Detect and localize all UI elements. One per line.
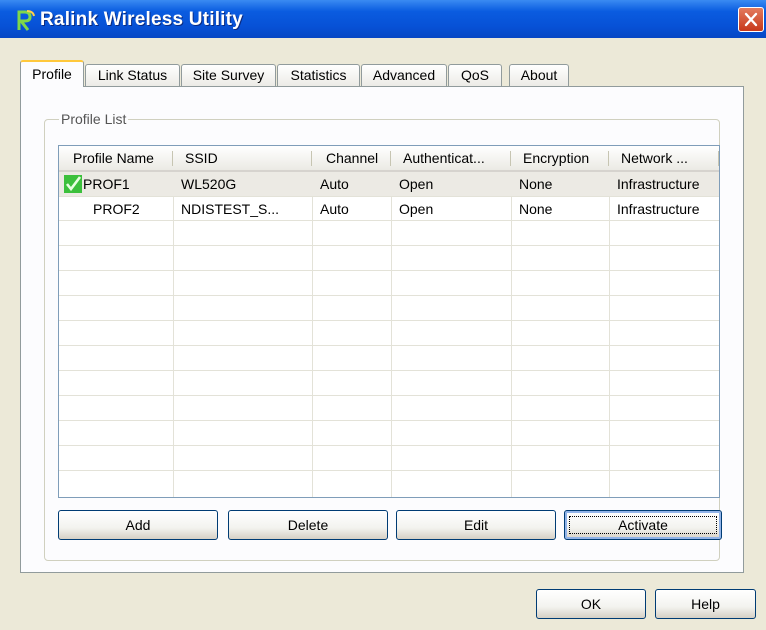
profile-list-label: Profile List	[59, 111, 129, 127]
grid-line	[59, 445, 719, 446]
window-title: Ralink Wireless Utility	[40, 9, 243, 30]
table-row[interactable]: PROF1 WL520G Auto Open None Infrastructu…	[59, 172, 719, 196]
list-header: Profile Name SSID Channel Authenticat...…	[59, 146, 719, 172]
check-icon	[64, 175, 82, 193]
profile-list-view[interactable]: Profile Name SSID Channel Authenticat...…	[58, 145, 720, 498]
close-button[interactable]	[738, 7, 764, 32]
cell-encryption: None	[519, 176, 553, 192]
ok-button[interactable]: OK	[536, 589, 646, 619]
grid-line	[59, 295, 719, 296]
grid-line	[59, 470, 719, 471]
cell-network: Infrastructure	[617, 176, 700, 192]
column-profile-name[interactable]: Profile Name	[59, 146, 173, 172]
column-encryption[interactable]: Encryption	[511, 146, 609, 172]
activate-button-label: Activate	[569, 516, 717, 534]
tab-about[interactable]: About	[509, 64, 569, 86]
tab-link-status[interactable]: Link Status	[85, 64, 180, 86]
cell-network: Infrastructure	[617, 201, 700, 217]
activate-button[interactable]: Activate	[564, 510, 722, 540]
cell-profile-name: PROF2	[93, 201, 140, 217]
column-network[interactable]: Network ...	[609, 146, 719, 172]
column-authentication[interactable]: Authenticat...	[391, 146, 511, 172]
ralink-logo-icon	[17, 10, 35, 31]
grid-line	[59, 245, 719, 246]
tab-strip: Profile Link Status Site Survey Statisti…	[20, 60, 720, 87]
edit-button[interactable]: Edit	[396, 510, 556, 540]
grid-line	[59, 345, 719, 346]
grid-line	[59, 395, 719, 396]
cell-channel: Auto	[320, 176, 349, 192]
tab-site-survey[interactable]: Site Survey	[181, 64, 276, 86]
cell-ssid: WL520G	[181, 176, 237, 192]
cell-channel: Auto	[320, 201, 349, 217]
column-ssid[interactable]: SSID	[173, 146, 312, 172]
main-window: Ralink Wireless Utility Profile Link Sta…	[0, 0, 766, 630]
grid-line	[59, 320, 719, 321]
cell-encryption: None	[519, 201, 553, 217]
table-row[interactable]: PROF2 NDISTEST_S... Auto Open None Infra…	[59, 197, 719, 221]
tab-profile[interactable]: Profile	[20, 60, 84, 87]
title-bar[interactable]: Ralink Wireless Utility	[0, 0, 766, 38]
cell-authentication: Open	[399, 176, 434, 192]
cell-profile-name: PROF1	[83, 176, 130, 192]
add-button[interactable]: Add	[58, 510, 218, 540]
tab-advanced[interactable]: Advanced	[361, 64, 447, 86]
grid-line	[59, 370, 719, 371]
tab-statistics[interactable]: Statistics	[277, 64, 360, 86]
help-button[interactable]: Help	[655, 589, 756, 619]
cell-ssid: NDISTEST_S...	[181, 201, 280, 217]
tab-qos[interactable]: QoS	[448, 64, 502, 86]
delete-button[interactable]: Delete	[228, 510, 388, 540]
grid-line	[59, 420, 719, 421]
cell-authentication: Open	[399, 201, 434, 217]
column-channel[interactable]: Channel	[312, 146, 391, 172]
grid-line	[59, 270, 719, 271]
close-icon	[744, 12, 758, 27]
